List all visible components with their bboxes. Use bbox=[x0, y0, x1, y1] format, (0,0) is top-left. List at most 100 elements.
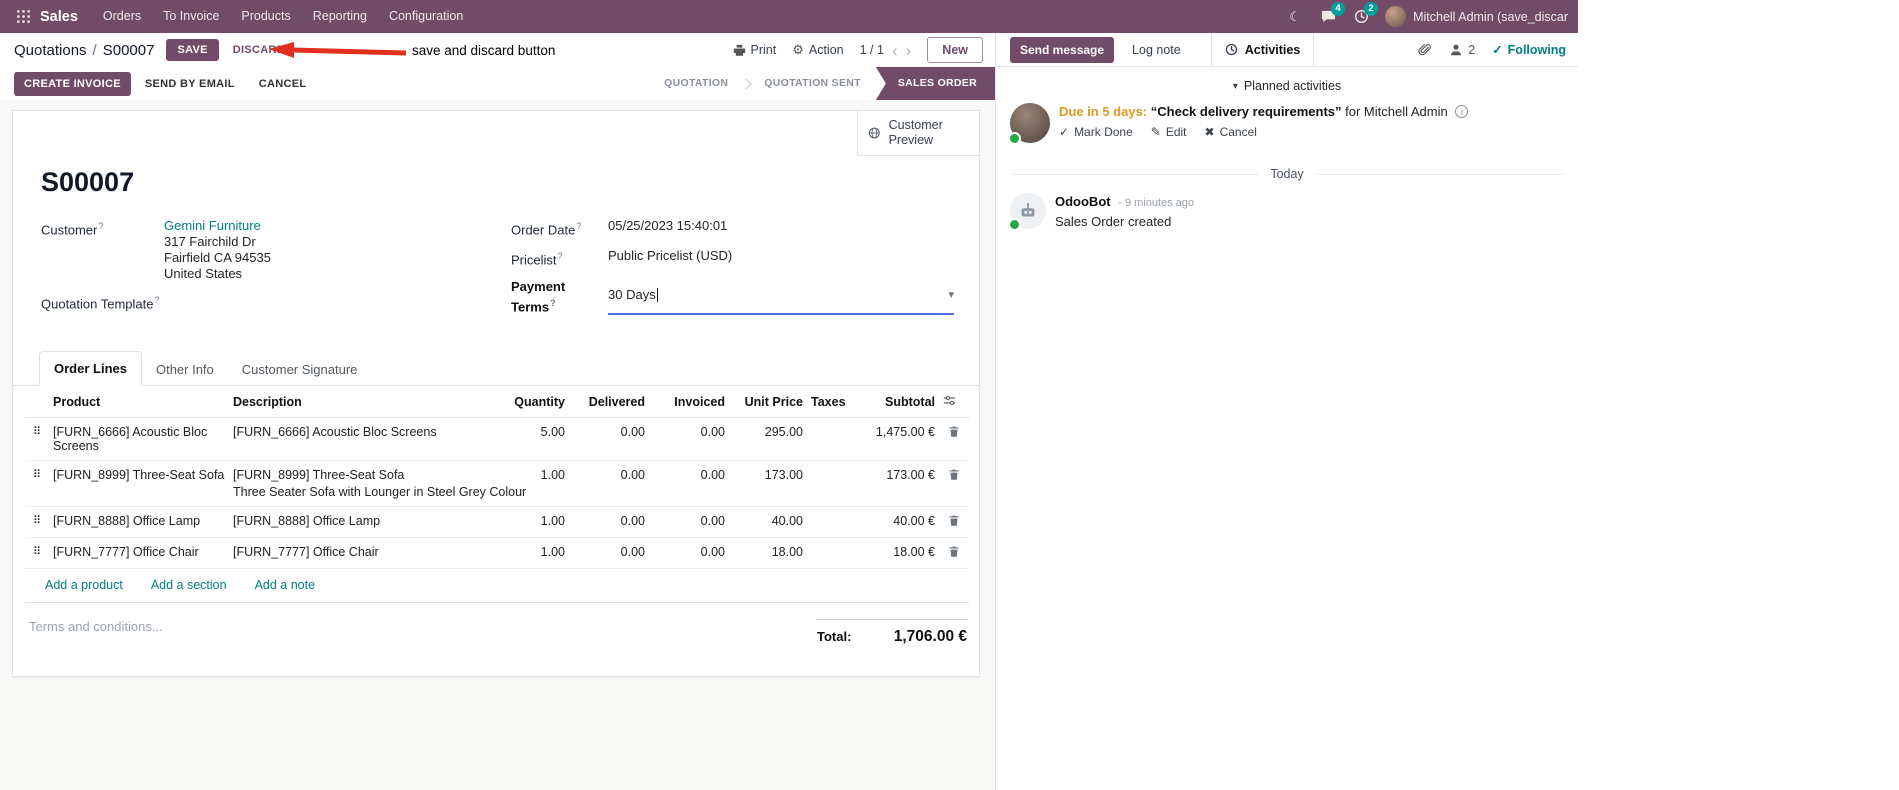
customer-preview-label: Customer Preview bbox=[888, 118, 943, 147]
delete-line-icon[interactable] bbox=[939, 506, 969, 538]
mark-done-button[interactable]: ✓ Mark Done bbox=[1059, 125, 1133, 139]
cell-description[interactable]: [FURN_6666] Acoustic Bloc Screens bbox=[229, 417, 489, 461]
messages-badge: 4 bbox=[1331, 1, 1346, 16]
followers-icon[interactable]: 2 bbox=[1449, 43, 1475, 57]
add-section-link[interactable]: Add a section bbox=[151, 578, 227, 592]
cell-delivered[interactable]: 0.00 bbox=[569, 417, 649, 461]
cancel-activity-button[interactable]: ✖ Cancel bbox=[1205, 125, 1257, 139]
cell-description[interactable]: [FURN_7777] Office Chair bbox=[229, 537, 489, 569]
activities-tab[interactable]: Activities bbox=[1210, 33, 1315, 66]
print-button[interactable]: Print bbox=[733, 43, 776, 57]
menu-reporting[interactable]: Reporting bbox=[302, 0, 378, 33]
cell-unit-price[interactable]: 18.00 bbox=[729, 537, 807, 569]
drag-handle[interactable]: ⠿ bbox=[25, 506, 49, 538]
payment-terms-label: Payment Terms? bbox=[511, 278, 566, 314]
pricelist-value[interactable]: Public Pricelist (USD) bbox=[608, 248, 732, 268]
following-button[interactable]: ✓ Following bbox=[1492, 42, 1566, 58]
cell-taxes[interactable] bbox=[807, 417, 855, 461]
create-invoice-button[interactable]: CREATE INVOICE bbox=[14, 71, 131, 96]
info-icon[interactable]: i bbox=[1455, 105, 1469, 118]
apps-grid-icon[interactable] bbox=[10, 4, 36, 30]
chevron-down-icon: ▾ bbox=[1232, 80, 1238, 92]
new-button[interactable]: New bbox=[927, 37, 983, 63]
menu-to-invoice[interactable]: To Invoice bbox=[152, 0, 230, 33]
dark-mode-moon-icon[interactable]: ☾ bbox=[1286, 8, 1304, 26]
cell-description[interactable]: [FURN_8888] Office Lamp bbox=[229, 506, 489, 538]
cell-taxes[interactable] bbox=[807, 506, 855, 538]
drag-handle[interactable]: ⠿ bbox=[25, 417, 49, 461]
messages-icon[interactable]: 4 bbox=[1319, 1, 1346, 26]
delete-line-icon[interactable] bbox=[939, 537, 969, 569]
cell-taxes[interactable] bbox=[807, 537, 855, 569]
menu-configuration[interactable]: Configuration bbox=[378, 0, 474, 33]
cell-product[interactable]: [FURN_8999] Three-Seat Sofa bbox=[49, 460, 229, 507]
cell-invoiced[interactable]: 0.00 bbox=[649, 417, 729, 461]
cell-delivered[interactable]: 0.00 bbox=[569, 506, 649, 538]
stage-quotation[interactable]: QUOTATION bbox=[649, 67, 743, 100]
delete-line-icon[interactable] bbox=[939, 417, 969, 461]
cell-unit-price[interactable]: 173.00 bbox=[729, 460, 807, 507]
discard-button[interactable]: DISCARD bbox=[225, 39, 293, 61]
drag-handle[interactable]: ⠿ bbox=[25, 460, 49, 507]
drag-handle[interactable]: ⠿ bbox=[25, 537, 49, 569]
cell-product[interactable]: [FURN_7777] Office Chair bbox=[49, 537, 229, 569]
message-author[interactable]: OdooBot bbox=[1055, 194, 1111, 209]
tab-order-lines[interactable]: Order Lines bbox=[39, 350, 142, 386]
edit-activity-button[interactable]: ✎ Edit bbox=[1151, 125, 1187, 139]
cell-quantity[interactable]: 1.00 bbox=[489, 506, 569, 538]
cell-invoiced[interactable]: 0.00 bbox=[649, 506, 729, 538]
cell-delivered[interactable]: 0.00 bbox=[569, 537, 649, 569]
log-note-button[interactable]: Log note bbox=[1124, 37, 1189, 63]
save-button[interactable]: SAVE bbox=[166, 39, 219, 61]
cell-invoiced[interactable]: 0.00 bbox=[649, 460, 729, 507]
payment-terms-input[interactable]: 30 Days ▾ bbox=[608, 279, 954, 315]
pager-value[interactable]: 1 / 1 bbox=[860, 43, 884, 57]
terms-placeholder[interactable]: Terms and conditions... bbox=[29, 619, 163, 634]
stage-sales-order[interactable]: SALES ORDER bbox=[875, 67, 995, 100]
pager-next-icon[interactable]: › bbox=[906, 42, 912, 59]
menu-products[interactable]: Products bbox=[230, 0, 301, 33]
add-note-link[interactable]: Add a note bbox=[255, 578, 315, 592]
cell-quantity[interactable]: 1.00 bbox=[489, 537, 569, 569]
customer-address-line1: 317 Fairchild Dr bbox=[164, 234, 256, 249]
cancel-button[interactable]: CANCEL bbox=[249, 72, 317, 96]
attachments-paperclip-icon[interactable] bbox=[1418, 43, 1432, 57]
pager-previous-icon[interactable]: ‹ bbox=[892, 42, 898, 59]
cell-quantity[interactable]: 5.00 bbox=[489, 417, 569, 461]
cell-delivered[interactable]: 0.00 bbox=[569, 460, 649, 507]
action-button[interactable]: ⚙ Action bbox=[792, 42, 843, 58]
cell-product[interactable]: [FURN_8888] Office Lamp bbox=[49, 506, 229, 538]
notebook-tabs: Order Lines Other Info Customer Signatur… bbox=[13, 350, 979, 386]
activities-clock-icon[interactable]: 2 bbox=[1352, 1, 1379, 26]
tab-customer-signature[interactable]: Customer Signature bbox=[228, 353, 372, 386]
breadcrumb-quotations[interactable]: Quotations bbox=[14, 42, 87, 59]
customer-preview-button[interactable]: Customer Preview bbox=[857, 111, 979, 156]
cell-unit-price[interactable]: 40.00 bbox=[729, 506, 807, 538]
cell-invoiced[interactable]: 0.00 bbox=[649, 537, 729, 569]
cell-taxes[interactable] bbox=[807, 460, 855, 507]
planned-activities-header[interactable]: ▾ Planned activities bbox=[1006, 79, 1568, 93]
customer-link[interactable]: Gemini Furniture bbox=[164, 218, 261, 233]
order-date-label: Order Date? bbox=[511, 221, 582, 238]
cell-quantity[interactable]: 1.00 bbox=[489, 460, 569, 507]
pencil-icon: ✎ bbox=[1150, 125, 1161, 139]
send-message-button[interactable]: Send message bbox=[1010, 36, 1115, 63]
activity-due-text: Due in 5 days: bbox=[1059, 104, 1148, 119]
add-product-link[interactable]: Add a product bbox=[45, 578, 123, 592]
tab-other-info[interactable]: Other Info bbox=[142, 353, 228, 386]
dropdown-caret-icon[interactable]: ▾ bbox=[948, 287, 954, 303]
app-name[interactable]: Sales bbox=[40, 9, 78, 25]
user-menu[interactable]: Mitchell Admin (save_discar bbox=[1385, 6, 1568, 27]
cell-product[interactable]: [FURN_6666] Acoustic Bloc Screens bbox=[49, 417, 229, 461]
statusbar: CREATE INVOICE SEND BY EMAIL CANCEL QUOT… bbox=[0, 67, 995, 100]
stage-quotation-sent[interactable]: QUOTATION SENT bbox=[749, 67, 876, 100]
cell-description[interactable]: [FURN_8999] Three-Seat Sofa Three Seater… bbox=[229, 460, 526, 507]
send-by-email-button[interactable]: SEND BY EMAIL bbox=[135, 72, 245, 96]
order-date-value[interactable]: 05/25/2023 15:40:01 bbox=[608, 218, 727, 238]
pricelist-label: Pricelist? bbox=[511, 251, 563, 268]
menu-orders[interactable]: Orders bbox=[92, 0, 152, 33]
optional-columns-icon[interactable] bbox=[939, 385, 969, 418]
cell-unit-price[interactable]: 295.00 bbox=[729, 417, 807, 461]
help-marker: ? bbox=[154, 295, 160, 305]
delete-line-icon[interactable] bbox=[939, 460, 969, 507]
